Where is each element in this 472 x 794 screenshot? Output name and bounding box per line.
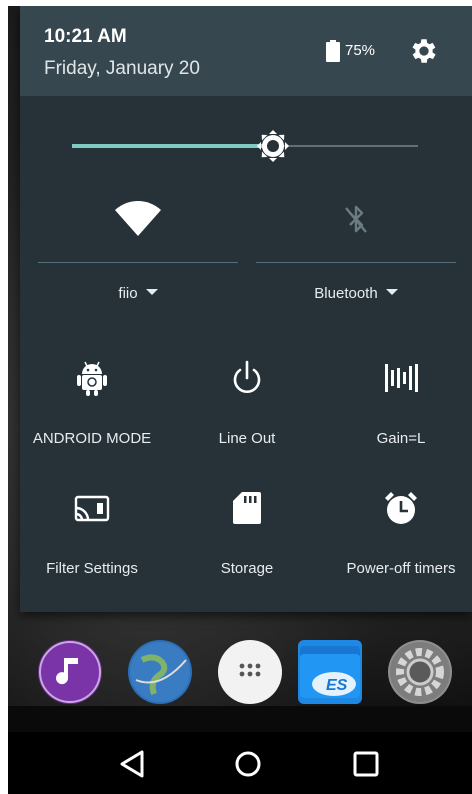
globe-icon bbox=[130, 642, 190, 702]
battery-icon bbox=[326, 40, 340, 62]
bluetooth-label: Bluetooth bbox=[314, 285, 378, 302]
chevron-down-icon bbox=[145, 289, 158, 296]
recents-icon[interactable] bbox=[346, 746, 386, 782]
bluetooth-disabled-icon bbox=[345, 205, 367, 233]
quick-settings-panel: 10:21 AM Friday, January 20 75% fiio Blu… bbox=[20, 6, 472, 612]
tile-label: ANDROID MODE bbox=[32, 430, 152, 447]
settings-app-icon[interactable] bbox=[388, 640, 452, 704]
divider bbox=[256, 262, 456, 263]
clock-time: 10:21 AM bbox=[44, 26, 127, 47]
wifi-label: fiio bbox=[118, 285, 138, 302]
brightness-thumb-icon[interactable] bbox=[256, 130, 289, 162]
tile-storage[interactable]: Storage bbox=[172, 488, 322, 598]
navigation-bar bbox=[8, 732, 472, 794]
gain-bars-icon bbox=[385, 364, 418, 392]
music-note-icon bbox=[39, 641, 101, 703]
chevron-down-icon bbox=[385, 289, 398, 296]
bluetooth-toggle[interactable]: Bluetooth bbox=[256, 196, 456, 311]
home-dock: ES bbox=[8, 624, 472, 716]
music-app-icon[interactable] bbox=[38, 640, 102, 704]
bluetooth-device-selector[interactable]: Bluetooth bbox=[256, 285, 456, 302]
tile-label: Line Out bbox=[218, 430, 276, 447]
tile-power-off-timers[interactable]: Power-off timers bbox=[326, 488, 472, 598]
battery-percent: 75% bbox=[345, 42, 376, 59]
android-icon bbox=[77, 361, 107, 396]
clock-date[interactable]: Friday, January 20 bbox=[44, 58, 200, 80]
wifi-icon bbox=[115, 201, 161, 236]
divider bbox=[38, 262, 238, 263]
folder-cloud-icon: ES bbox=[300, 646, 360, 698]
wifi-toggle[interactable]: fiio bbox=[38, 196, 238, 311]
tile-label: Storage bbox=[220, 560, 274, 577]
es-file-explorer-icon[interactable]: ES bbox=[298, 640, 362, 704]
browser-globe-icon[interactable] bbox=[128, 640, 192, 704]
tile-label: Filter Settings bbox=[46, 560, 138, 577]
sd-card-icon bbox=[233, 492, 261, 524]
tile-label: Power-off timers bbox=[346, 560, 456, 577]
gear-icon bbox=[390, 642, 450, 702]
wifi-network-selector[interactable]: fiio bbox=[38, 285, 238, 302]
tile-filter-settings[interactable]: Filter Settings bbox=[17, 488, 167, 598]
tile-line-out[interactable]: Line Out bbox=[172, 358, 322, 468]
app-drawer-icon[interactable] bbox=[218, 640, 282, 704]
device-screen: 10:21 AM Friday, January 20 75% fiio Blu… bbox=[8, 6, 472, 794]
brightness-slider[interactable] bbox=[72, 130, 418, 162]
svg-text:ES: ES bbox=[326, 677, 348, 694]
tile-android-mode[interactable]: ANDROID MODE bbox=[17, 358, 167, 468]
back-icon[interactable] bbox=[114, 746, 154, 782]
alarm-clock-icon bbox=[385, 492, 417, 524]
cast-filter-icon bbox=[74, 495, 110, 522]
tile-label: Gain=L bbox=[376, 430, 426, 447]
grid-dots-icon bbox=[220, 642, 280, 702]
settings-gear-icon[interactable] bbox=[408, 35, 440, 67]
tile-gain[interactable]: Gain=L bbox=[326, 358, 472, 468]
power-line-out-icon bbox=[233, 360, 261, 393]
home-icon[interactable] bbox=[228, 746, 268, 782]
status-header: 10:21 AM Friday, January 20 75% bbox=[20, 6, 472, 96]
brightness-fill bbox=[72, 144, 273, 148]
